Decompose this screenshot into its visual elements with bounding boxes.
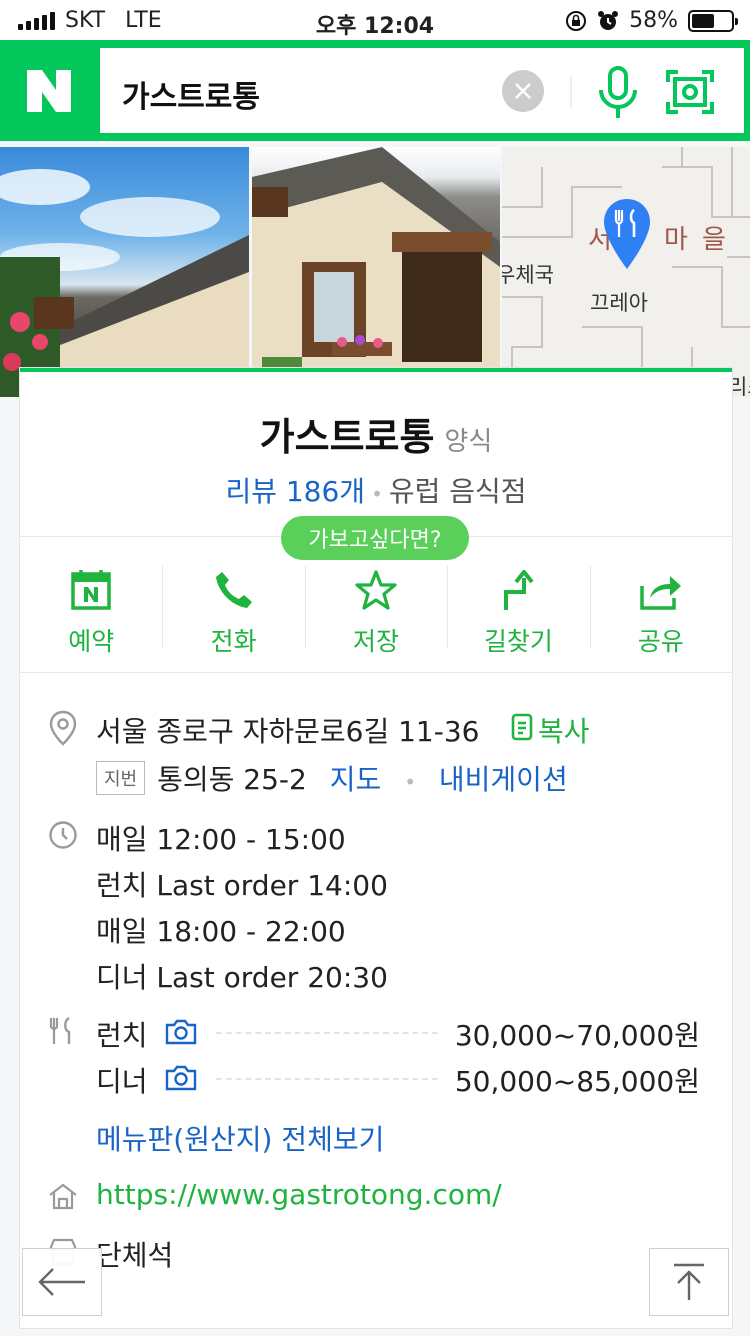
map-label: 을 bbox=[702, 225, 726, 255]
restaurant-map-pin-icon bbox=[604, 199, 650, 269]
home-icon bbox=[49, 1183, 77, 1210]
place-category: 양식 bbox=[444, 427, 493, 457]
smart-lens-icon[interactable] bbox=[666, 70, 714, 114]
close-icon bbox=[515, 83, 531, 99]
action-label: 전화 bbox=[210, 627, 257, 656]
naver-logo[interactable] bbox=[0, 40, 98, 141]
action-label: 길찾기 bbox=[483, 627, 553, 656]
clear-search-button[interactable] bbox=[502, 70, 544, 112]
search-box[interactable]: 가스트로통 bbox=[100, 48, 744, 133]
wish-button[interactable]: 가보고싶다면? bbox=[281, 516, 469, 560]
copy-icon[interactable] bbox=[510, 712, 534, 742]
save-button[interactable]: 저장 bbox=[304, 558, 447, 658]
menu-name: 디너 bbox=[96, 1065, 148, 1098]
back-button[interactable] bbox=[22, 1248, 102, 1316]
star-icon bbox=[355, 570, 397, 610]
search-header: 가스트로통 bbox=[0, 40, 750, 141]
directions-button[interactable]: 길찾기 bbox=[447, 558, 589, 658]
share-icon bbox=[640, 576, 681, 610]
action-bar: 예약 전화 저장 길찾기 공유 bbox=[20, 558, 732, 658]
leader-dots bbox=[216, 1032, 438, 1034]
jibun-row: 지번 통의동 25-2 지도 • 내비게이션 bbox=[96, 758, 568, 798]
location-pin-icon bbox=[49, 710, 77, 746]
rotation-lock-icon bbox=[566, 10, 587, 31]
reserve-button[interactable]: 예약 bbox=[20, 558, 162, 658]
battery-icon bbox=[688, 9, 738, 32]
website-link[interactable]: https://www.gastrotong.com/ bbox=[96, 1178, 502, 1211]
menu-name: 런치 bbox=[96, 1019, 148, 1052]
facility-text: 단체석 bbox=[96, 1239, 174, 1272]
action-label: 공유 bbox=[637, 627, 684, 656]
map-link[interactable]: 지도 bbox=[330, 763, 382, 796]
road-address: 서울 종로구 자하문로6길 11-36 bbox=[96, 715, 480, 748]
scroll-top-button[interactable] bbox=[649, 1248, 729, 1316]
separator-dot: • bbox=[371, 482, 383, 506]
action-label: 저장 bbox=[352, 627, 399, 656]
arrow-up-icon bbox=[674, 1263, 704, 1300]
alarm-icon bbox=[598, 10, 619, 30]
n-logo-icon bbox=[27, 69, 71, 112]
photo-gallery: 17 서 마 을 우체국 끄레아 리스 bbox=[0, 147, 750, 397]
directions-icon bbox=[504, 570, 534, 610]
place-type: 유럽 음식점 bbox=[388, 475, 527, 508]
full-menu-link[interactable]: 메뉴판(원산지) 전체보기 bbox=[96, 1118, 384, 1158]
calendar-n-icon bbox=[71, 570, 111, 610]
restaurant-photo-1[interactable] bbox=[0, 147, 249, 397]
map-label: 우체국 bbox=[502, 263, 554, 287]
camera-icon[interactable] bbox=[164, 1064, 198, 1092]
map-label: 마 bbox=[664, 225, 688, 255]
separator-dot: • bbox=[404, 770, 416, 794]
jibun-address: 통의동 25-2 bbox=[157, 763, 307, 796]
status-bar: SKT LTE 오후 12:04 58% bbox=[0, 0, 750, 40]
map-thumbnail[interactable]: 서 마 을 우체국 끄레아 리스 bbox=[502, 147, 750, 397]
place-info-card: 가스트로통 양식 리뷰 186개 • 유럽 음식점 가보고싶다면? 예약 전화 저장 bbox=[20, 368, 732, 1328]
navigation-link[interactable]: 내비게이션 bbox=[439, 763, 568, 796]
hours-line: 런치 Last order 14:00 bbox=[96, 869, 388, 902]
jibun-tag: 지번 bbox=[96, 761, 146, 795]
hours-line: 디너 Last order 20:30 bbox=[96, 961, 388, 994]
copy-address-button[interactable]: 복사 bbox=[538, 710, 590, 750]
menu-price: 50,000~85,000원 bbox=[454, 1065, 700, 1098]
share-button[interactable]: 공유 bbox=[589, 558, 732, 658]
call-button[interactable]: 전화 bbox=[162, 558, 304, 658]
search-input[interactable]: 가스트로통 bbox=[122, 72, 260, 116]
microphone-icon[interactable] bbox=[596, 66, 640, 120]
map-label: 끄레아 bbox=[590, 291, 648, 315]
battery-percent: 58% bbox=[629, 8, 678, 33]
restaurant-photo-2[interactable]: 17 bbox=[252, 147, 500, 397]
divider bbox=[570, 76, 572, 108]
place-name: 가스트로통 bbox=[259, 415, 435, 459]
leader-dots bbox=[216, 1078, 438, 1080]
clock-icon bbox=[49, 821, 77, 849]
review-link[interactable]: 리뷰 186개 bbox=[225, 475, 365, 508]
camera-icon[interactable] bbox=[164, 1018, 198, 1046]
action-label: 예약 bbox=[68, 627, 115, 656]
hours-line: 매일 12:00 - 15:00 bbox=[96, 823, 346, 856]
divider bbox=[20, 672, 732, 673]
arrow-left-icon bbox=[38, 1268, 85, 1296]
utensils-icon bbox=[49, 1016, 71, 1044]
phone-icon bbox=[215, 572, 252, 608]
hours-line: 매일 18:00 - 22:00 bbox=[96, 915, 346, 948]
menu-price: 30,000~70,000원 bbox=[454, 1019, 700, 1052]
